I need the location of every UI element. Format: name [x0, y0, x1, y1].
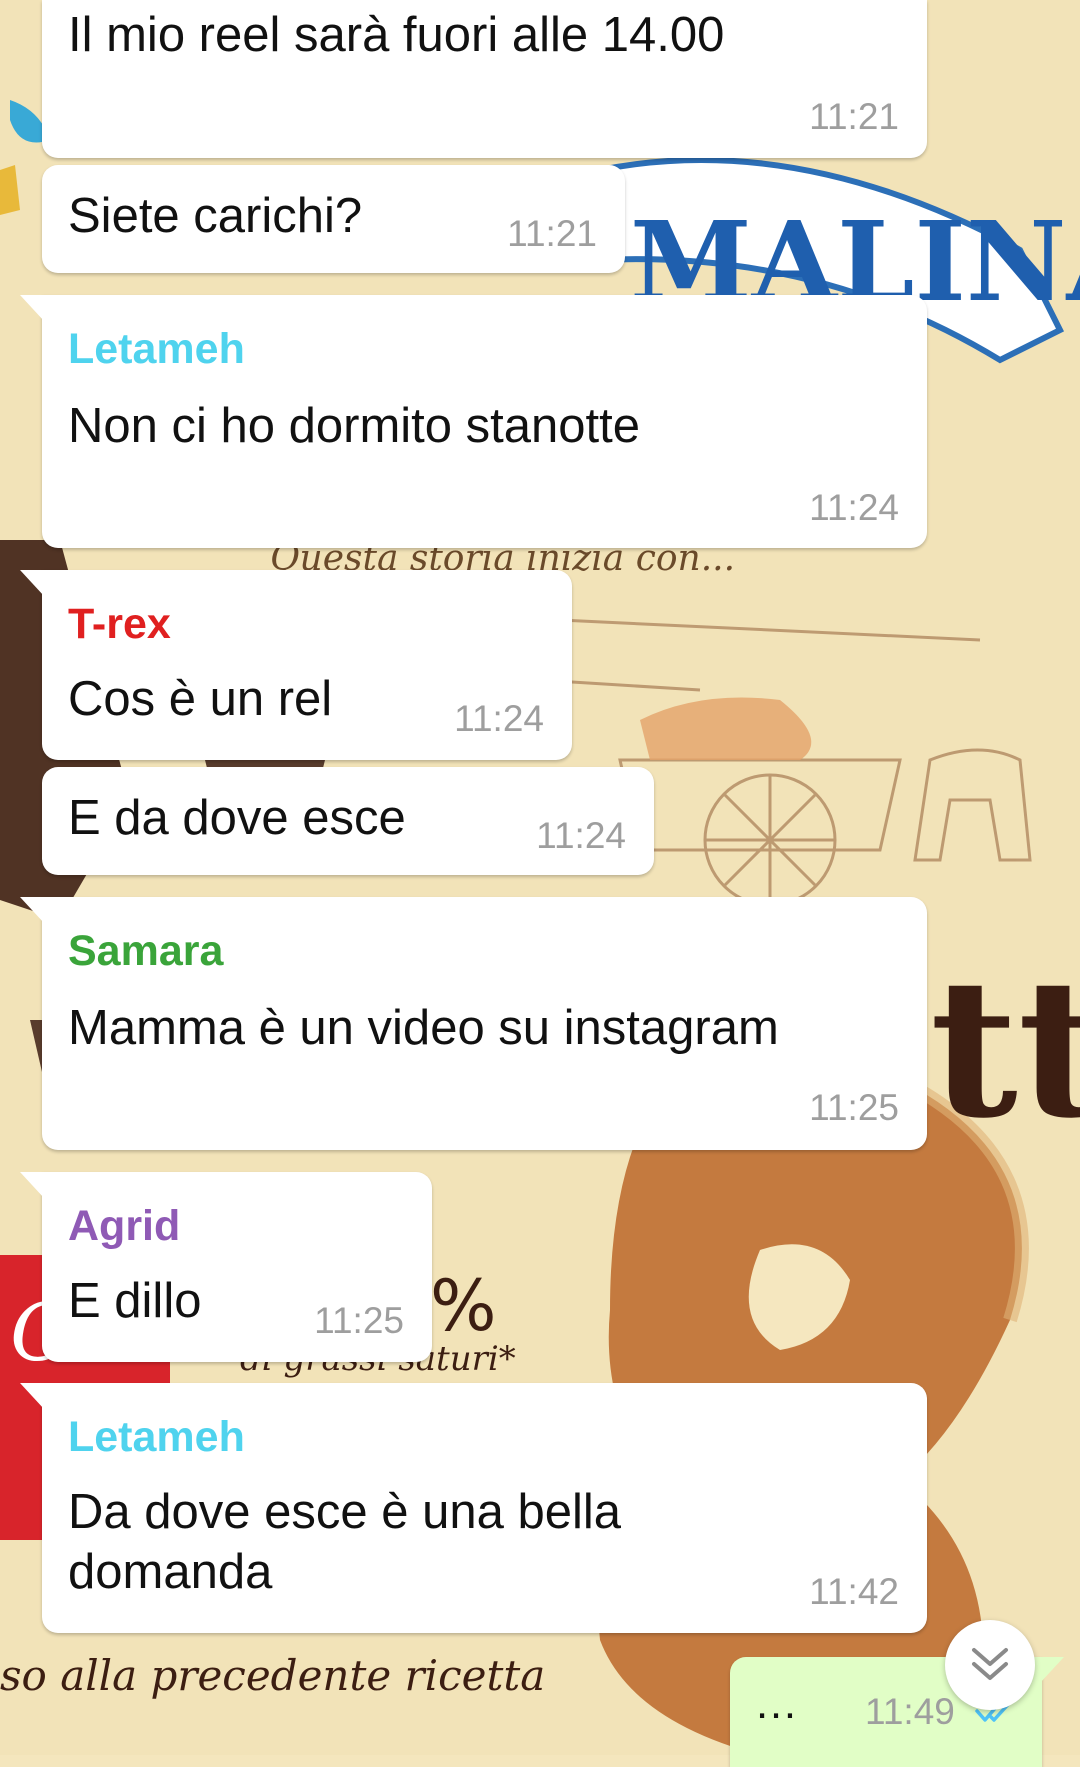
- bubble-tail: [1040, 1657, 1064, 1683]
- message-bubble[interactable]: Letameh Non ci ho dormito stanotte 11:24: [20, 295, 927, 548]
- message-text: E dillo: [68, 1274, 202, 1328]
- message-time: 11:42: [809, 1571, 899, 1612]
- message-text-line-1: Da dove esce è una bella: [68, 1485, 621, 1539]
- message-time: 11:24: [454, 698, 544, 739]
- message-time: 11:24: [809, 487, 899, 528]
- message-text: Non ci ho dormito stanotte: [68, 399, 640, 453]
- double-chevron-down-icon: [970, 1644, 1010, 1686]
- message-text: Mamma è un video su instagram: [68, 1001, 779, 1055]
- message-bubble[interactable]: E da dove esce 11:24: [42, 767, 654, 875]
- bg-cookie-name: tti: [930, 937, 1080, 1160]
- message-time: 11:21: [809, 96, 899, 137]
- sender-name: Letameh: [68, 1413, 245, 1461]
- bubble-tail: [20, 570, 44, 596]
- bubble-tail: [20, 1383, 44, 1409]
- message-text: Siete carichi?: [68, 189, 363, 243]
- message-bubble[interactable]: Samara Mamma è un video su instagram 11:…: [20, 897, 927, 1150]
- message-bubble[interactable]: Letameh Da dove esce è una bella domanda…: [20, 1383, 927, 1633]
- message-text: E da dove esce: [68, 791, 406, 845]
- message-bubble[interactable]: Siete carichi? 11:21: [42, 165, 625, 273]
- message-bubble[interactable]: Il mio reel sarà fuori alle 14.00 11:21: [42, 0, 927, 158]
- message-time: 11:21: [507, 213, 597, 254]
- bubble-tail: [20, 897, 44, 923]
- bg-recipe-note: so alla precedente ricetta: [0, 1651, 545, 1700]
- message-bubble[interactable]: Agrid E dillo 11:25: [20, 1172, 432, 1362]
- scroll-to-bottom-button[interactable]: [945, 1620, 1035, 1710]
- bubble-tail: [20, 1172, 44, 1198]
- sender-name: Agrid: [68, 1202, 181, 1250]
- message-time: 11:25: [314, 1300, 404, 1341]
- message-time: 11:25: [809, 1087, 899, 1128]
- message-text-line-2: domanda: [68, 1545, 273, 1599]
- sender-name: Samara: [68, 927, 224, 975]
- message-text: Cos è un rel: [68, 672, 333, 726]
- message-time: 11:49: [865, 1691, 955, 1732]
- message-text: Il mio reel sarà fuori alle 14.00: [68, 8, 725, 62]
- sender-name: T-rex: [68, 600, 171, 648]
- bubble-tail: [20, 295, 44, 321]
- sender-name: Letameh: [68, 325, 245, 373]
- message-time: 11:24: [536, 815, 626, 856]
- message-bubble[interactable]: T-rex Cos è un rel 11:24: [20, 570, 572, 760]
- bg-percent: %: [430, 1265, 497, 1347]
- message-text: …: [754, 1679, 798, 1728]
